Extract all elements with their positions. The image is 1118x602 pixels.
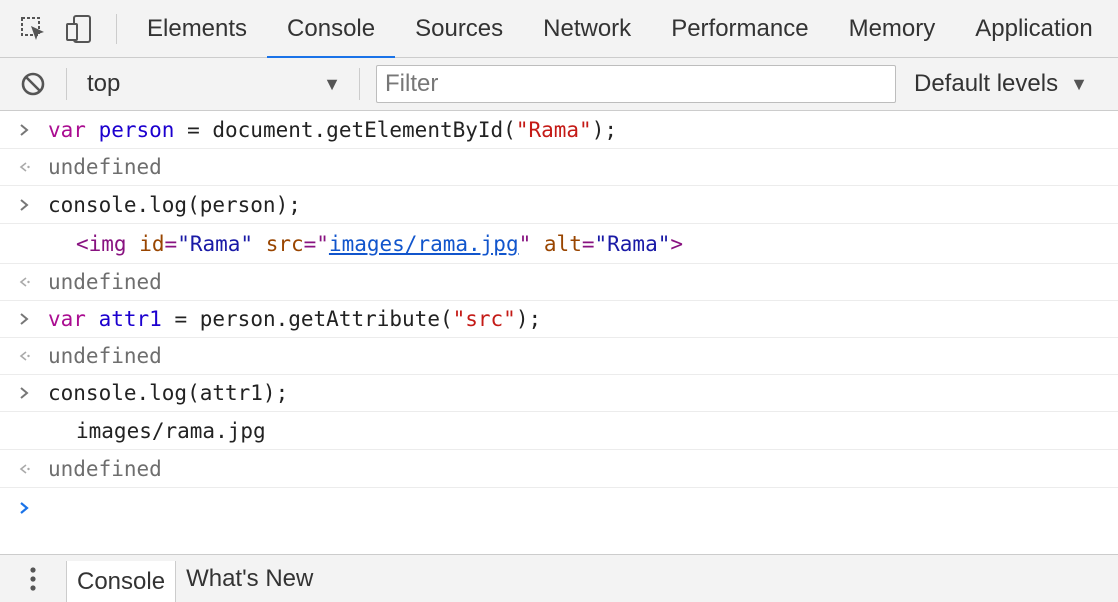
more-vertical-icon[interactable] [0,555,66,602]
context-label: top [87,70,121,97]
console-log-row: <img id="Rama" src="images/rama.jpg" alt… [0,224,1118,264]
chevron-right-icon [0,198,48,212]
console-result-text: undefined [48,456,162,481]
code-token: attr1 [98,307,162,331]
code-token: "Rama" [594,231,671,256]
code-token: "Rama" [177,231,254,256]
console-input-text: console.log(person); [48,193,301,217]
chevron-down-icon: ▼ [1070,73,1088,94]
tab-network[interactable]: Network [523,0,651,58]
console-result-text: undefined [48,344,162,368]
tab-sources[interactable]: Sources [395,0,523,58]
chevron-right-icon [0,312,48,326]
code-token: console.log(attr1); [48,381,289,405]
console-result-row: undefined [0,264,1118,301]
console-result-row: undefined [0,149,1118,186]
code-token: alt [543,231,582,256]
code-token: = document.getElementById( [174,117,516,142]
devtools-tabbar: Elements Console Sources Network Performance… [0,0,1118,59]
chevron-down-icon: ▼ [323,73,341,94]
console-input-text: console.log(attr1); [48,381,288,405]
console-result-text: undefined [48,155,162,179]
chevron-right-icon [0,123,48,137]
prompt-chevron-icon [0,501,48,515]
toolbar-divider [359,68,360,100]
code-token: " [518,231,532,256]
code-token: =" [303,231,329,256]
code-token: = person.getAttribute( [161,307,453,331]
console-result-row: undefined [0,450,1118,488]
chevron-right-icon [0,386,48,400]
console-prompt[interactable] [0,488,1118,528]
drawer-tab-console[interactable]: Console [66,561,177,602]
tab-memory[interactable]: Memory [829,0,956,58]
tab-performance[interactable]: Performance [651,0,828,58]
device-toolbar-icon[interactable] [56,0,102,58]
context-selector[interactable]: top ▼ [67,58,359,111]
code-token: = [164,231,178,256]
console-input-text: var person = document.getElementById("Ra… [48,118,617,142]
console-toolbar: top ▼ Default levels ▼ [0,58,1118,111]
code-token: var [48,117,86,142]
drawer-tabs: Console What's New [66,555,323,602]
console-input-row: var attr1 = person.getAttribute("src"); [0,301,1118,338]
console-input-text: var attr1 = person.getAttribute("src"); [48,307,541,331]
console-result-text: undefined [48,270,162,294]
console-log-text: images/rama.jpg [48,419,266,443]
inspect-element-icon[interactable] [10,0,56,58]
tabbar-divider [116,13,117,44]
console-log-text: <img id="Rama" src="images/rama.jpg" alt… [48,232,683,256]
result-arrow-icon [0,160,48,174]
console-messages: var person = document.getElementById("Ra… [0,111,1118,528]
console-input-row: var person = document.getElementById("Ra… [0,111,1118,149]
code-token: ); [515,307,542,331]
code-token: "Rama" [515,117,592,142]
tab-console[interactable]: Console [267,0,396,59]
code-token: "src" [452,307,516,331]
result-arrow-icon [0,349,48,363]
log-levels-dropdown[interactable]: Default levels ▼ [914,70,1088,98]
code-token: > [670,231,684,256]
code-token: <img [76,231,127,256]
code-token: ); [591,117,617,142]
code-token: var [48,307,86,331]
panel-tabs: Elements Console Sources Network Performance… [127,0,1113,59]
levels-label: Default levels [914,70,1059,97]
code-token: person [98,117,175,142]
console-result-row: undefined [0,338,1118,375]
tab-application[interactable]: Application [955,0,1112,58]
code-token: = [581,231,595,256]
console-input-row: console.log(attr1); [0,375,1118,412]
result-arrow-icon [0,462,48,476]
code-token: src [265,231,304,256]
drawer-tab-what-s-new[interactable]: What's New [176,555,323,602]
code-token: console.log(person); [48,192,301,217]
code-token: images/rama.jpg [76,418,266,443]
result-arrow-icon [0,275,48,289]
source-link[interactable]: images/rama.jpg [329,232,519,256]
console-log-row: images/rama.jpg [0,412,1118,450]
code-token: id [139,231,165,256]
drawer-tabbar: Console What's New [0,554,1118,602]
tab-elements[interactable]: Elements [127,0,267,58]
console-input-row: console.log(person); [0,186,1118,224]
filter-input[interactable] [376,65,896,103]
clear-console-icon[interactable] [0,58,66,111]
